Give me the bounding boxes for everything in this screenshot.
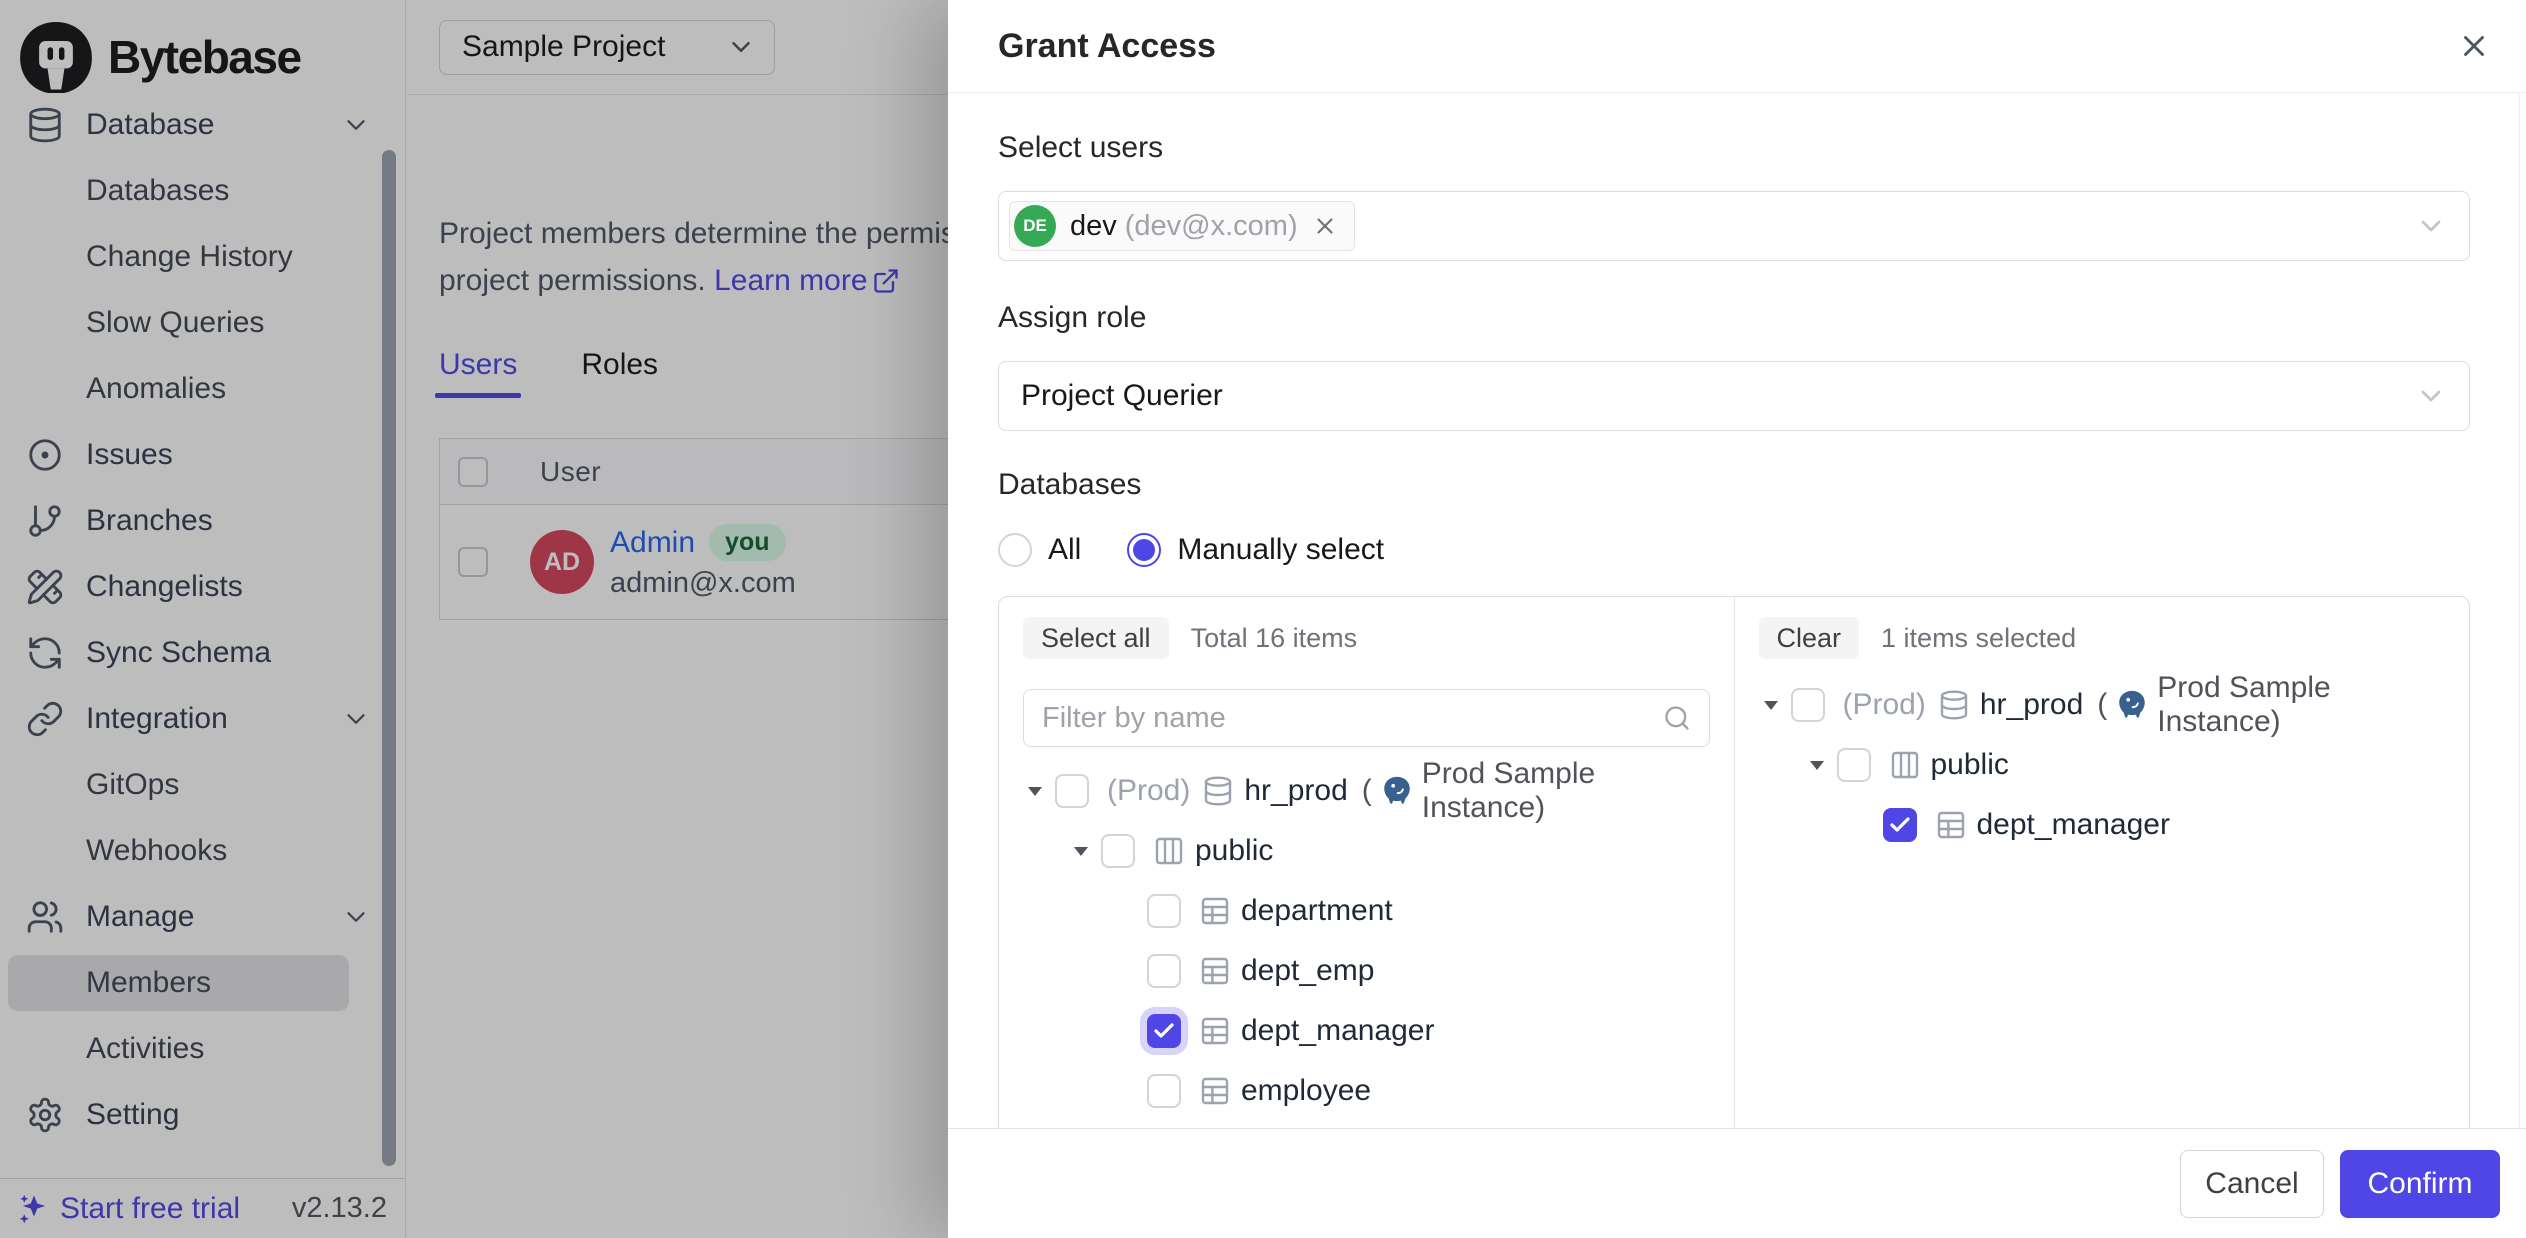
databases-label: Databases	[998, 466, 2470, 504]
tree-row-employee: employee	[1023, 1061, 1710, 1121]
confirm-button[interactable]: Confirm	[2340, 1150, 2500, 1218]
tree-node-name: department	[1241, 894, 1393, 928]
database-scope-radios: All Manually select	[998, 532, 2470, 568]
tree-node-name: dept_manager	[1241, 1014, 1434, 1048]
database-icon	[1938, 689, 1970, 721]
database-transfer-panel: Select all Total 16 items (Prod) hr_prod (…	[998, 596, 2470, 1128]
total-items-label: Total 16 items	[1191, 623, 1358, 654]
cancel-button[interactable]: Cancel	[2180, 1150, 2324, 1218]
tree-row-dept_emp: dept_emp	[1023, 941, 1710, 1001]
instance-name: Prod Sample Instance)	[1422, 757, 1710, 825]
source-tree: (Prod)hr_prod(Prod Sample Instance)publi…	[1023, 761, 1710, 1121]
tree-node-name: hr_prod	[1980, 688, 2083, 722]
tree-expander-icon[interactable]	[1069, 839, 1093, 863]
tree-row-dept_manager: dept_manager	[1759, 795, 2446, 855]
source-pane: Select all Total 16 items (Prod) hr_prod (…	[999, 597, 1735, 1128]
modal-scrollbar-gutter[interactable]	[2519, 94, 2526, 1128]
modal-header: Grant Access	[948, 0, 2526, 93]
tree-row-department: department	[1023, 881, 1710, 941]
remove-user-icon[interactable]	[1312, 213, 1338, 239]
selected-pane: Clear 1 items selected (Prod) hr_prod ( Pro…	[1735, 597, 2470, 1128]
filter-input[interactable]	[1042, 702, 1663, 735]
tree-node-name: hr_prod	[1244, 774, 1347, 808]
tree-expander-icon[interactable]	[1759, 693, 1783, 717]
radio-circle-selected	[1127, 533, 1161, 567]
avatar: DE	[1014, 205, 1056, 247]
assign-role-label: Assign role	[998, 299, 2470, 337]
tree-row-dept_manager: dept_manager	[1023, 1001, 1710, 1061]
tree-node-name: dept_emp	[1241, 954, 1374, 988]
postgresql-icon	[2115, 688, 2149, 722]
role-select[interactable]: Project Querier	[998, 361, 2470, 431]
environment-label: (Prod)	[1107, 774, 1190, 808]
checkbox-public[interactable]	[1837, 748, 1871, 782]
checkbox-dept_emp[interactable]	[1147, 954, 1181, 988]
checkbox-employee[interactable]	[1147, 1074, 1181, 1108]
selected-items-label: 1 items selected	[1881, 623, 2076, 654]
table-icon	[1935, 809, 1967, 841]
schema-icon	[1153, 835, 1185, 867]
chevron-down-icon	[2415, 210, 2447, 242]
checked-checkbox-dept_manager[interactable]	[1883, 808, 1917, 842]
tree-row-hr_prod: (Prod)hr_prod(Prod Sample Instance)	[1023, 761, 1710, 821]
checkbox-public[interactable]	[1101, 834, 1135, 868]
search-icon	[1663, 704, 1691, 732]
tree-node-name: public	[1931, 748, 2009, 782]
radio-all[interactable]: All	[998, 533, 1081, 567]
bytebase-app: Bytebase DatabaseDatabasesChange History…	[0, 0, 2526, 1238]
instance-name: Prod Sample Instance)	[2157, 671, 2445, 739]
tree-row-public: public	[1759, 735, 2446, 795]
chevron-down-icon	[2415, 380, 2447, 412]
tree-node-name: dept_manager	[1977, 808, 2170, 842]
instance-paren: (	[2097, 688, 2107, 722]
modal-title: Grant Access	[998, 27, 1216, 66]
environment-label: (Prod)	[1843, 688, 1926, 722]
tree-row-public: public	[1023, 821, 1710, 881]
select-users-label: Select users	[998, 129, 2470, 167]
postgresql-icon	[1380, 774, 1414, 808]
user-chip: DE dev (dev@x.com)	[1009, 201, 1355, 251]
radio-manually-select[interactable]: Manually select	[1127, 533, 1384, 567]
tree-row-hr_prod: (Prod)hr_prod(Prod Sample Instance)	[1759, 675, 2446, 735]
tree-expander-icon[interactable]	[1023, 779, 1047, 803]
filter-input-wrap	[1023, 689, 1710, 747]
grant-access-modal: Grant Access Select users DE dev (dev@x.…	[948, 0, 2526, 1238]
close-icon[interactable]	[2452, 24, 2496, 68]
clear-button[interactable]: Clear	[1759, 617, 1860, 659]
checkbox-hr_prod[interactable]	[1055, 774, 1089, 808]
tree-expander-icon[interactable]	[1805, 753, 1829, 777]
table-icon	[1199, 1075, 1231, 1107]
selected-tree: (Prod)hr_prod(Prod Sample Instance)publi…	[1759, 675, 2446, 855]
checkbox-department[interactable]	[1147, 894, 1181, 928]
table-icon	[1199, 895, 1231, 927]
radio-circle	[998, 533, 1032, 567]
checked-checkbox-dept_manager[interactable]	[1147, 1014, 1181, 1048]
table-icon	[1199, 955, 1231, 987]
schema-icon	[1889, 749, 1921, 781]
tree-node-name: public	[1195, 834, 1273, 868]
modal-footer: Cancel Confirm	[948, 1128, 2526, 1238]
select-all-button[interactable]: Select all	[1023, 617, 1169, 659]
database-icon	[1202, 775, 1234, 807]
modal-overlay	[0, 0, 949, 1238]
modal-body: Select users DE dev (dev@x.com) Assign r…	[948, 93, 2526, 1128]
table-icon	[1199, 1015, 1231, 1047]
users-multiselect[interactable]: DE dev (dev@x.com)	[998, 191, 2470, 261]
checkbox-hr_prod[interactable]	[1791, 688, 1825, 722]
tree-node-name: employee	[1241, 1074, 1371, 1108]
instance-paren: (	[1362, 774, 1372, 808]
